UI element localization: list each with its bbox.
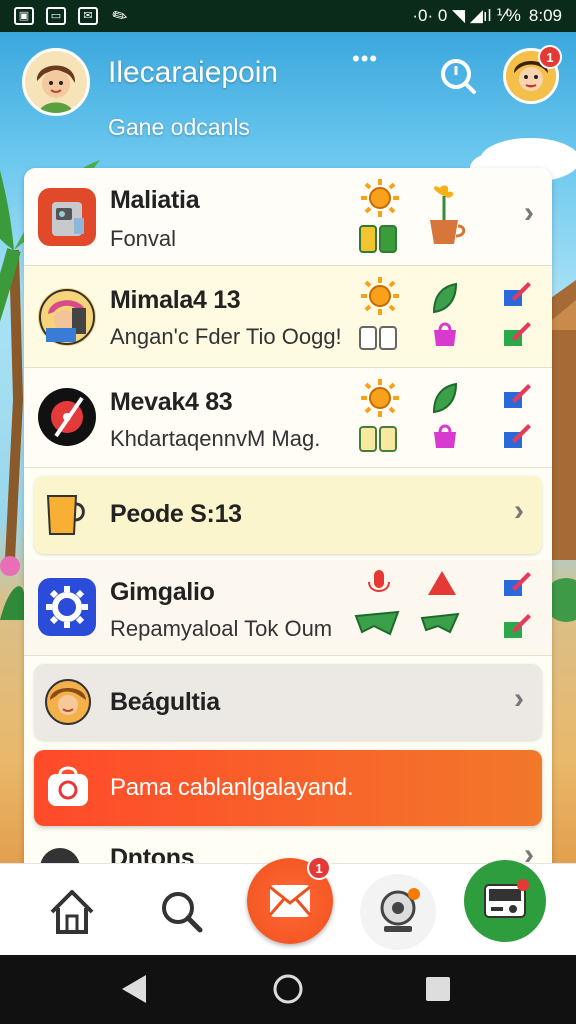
- row-subtitle: Angan'c Fder Tio Oogg!: [110, 324, 342, 349]
- home-circle-icon[interactable]: [273, 974, 303, 1004]
- row-title: Gimgalio: [110, 578, 215, 606]
- status-indicators: ·0· 0 ◥ ◢ıl ⅟%: [412, 6, 521, 25]
- chevron-right-icon: ›: [524, 196, 534, 229]
- row-title: Beágultia: [110, 688, 220, 716]
- list-item[interactable]: Maliatia Fonval ›: [24, 168, 552, 266]
- system-nav-buttons: [122, 974, 450, 1004]
- nav-home-button[interactable]: [34, 874, 110, 950]
- edit-icon: [504, 384, 531, 408]
- camera-bag-icon: [48, 766, 88, 806]
- media-player-icon: [484, 879, 529, 918]
- avatar[interactable]: [22, 48, 90, 116]
- sun-icon: [361, 379, 399, 417]
- edit-icon: [504, 614, 531, 638]
- battery-icon: [359, 426, 397, 452]
- robot-app-icon: [38, 188, 96, 246]
- app-title: Ilecaraiepoin: [108, 56, 279, 89]
- briefcase-icon: ▭: [46, 7, 66, 25]
- row-title: Mimala4 13: [110, 286, 241, 314]
- list-item[interactable]: Mimala4 13 Angan'c Fder Tio Oogg!: [24, 266, 552, 368]
- row-title: Mevak4 83: [110, 388, 233, 416]
- banner-text: Pama cablanlgalayand.: [110, 774, 354, 801]
- row-title: Maliatia: [110, 186, 200, 214]
- leaf-icon: [354, 610, 400, 636]
- search-button[interactable]: [436, 54, 480, 98]
- leaf-icon: [432, 282, 458, 314]
- avatar-illustration: [25, 51, 87, 113]
- nav-mail-button[interactable]: 1: [247, 856, 333, 944]
- warning-triangle-icon: [428, 571, 456, 595]
- settings-gear-icon: [38, 578, 96, 636]
- bag-icon: [434, 424, 456, 448]
- status-time: 8:09: [528, 6, 562, 25]
- status-bar: ▣ ▭ ✉ ✎ ·0· 0 ◥ ◢ıl ⅟% 8:09: [0, 0, 576, 32]
- edit-icon: [504, 322, 531, 346]
- search-icon: [162, 892, 203, 933]
- list-item[interactable]: Gimgalio Repamyaloal Tok Oum: [24, 560, 552, 656]
- battery-outline-icon: [359, 326, 397, 350]
- search-icon: [441, 59, 476, 94]
- row-subtitle: Fonval: [110, 226, 177, 251]
- wrench-icon: ✎: [108, 3, 132, 29]
- list-item[interactable]: Beágultia ›: [34, 664, 542, 740]
- edit-icon: [504, 424, 531, 448]
- sun-icon: [361, 179, 399, 217]
- character-avatar-icon: [45, 679, 91, 725]
- mail-icon: [268, 885, 312, 917]
- system-navigation-bar: [0, 955, 576, 1024]
- webcam-icon: [380, 888, 420, 932]
- nav-camera-button[interactable]: [360, 874, 436, 950]
- row-title: Peode S:13: [110, 500, 242, 528]
- edit-icon: [504, 282, 531, 306]
- back-icon[interactable]: [122, 975, 146, 1003]
- plant-pot-icon: [430, 185, 466, 244]
- app-subtitle: Gane odcanls: [108, 114, 250, 140]
- vinyl-record-icon: [38, 388, 96, 446]
- mug-icon: [46, 495, 85, 535]
- leaf-icon: [420, 612, 460, 634]
- more-options-icon[interactable]: •••: [352, 46, 378, 72]
- mail-notification-badge: 1: [307, 856, 331, 880]
- notification-badge: 1: [538, 45, 562, 69]
- mail-icon: ✉: [78, 7, 98, 25]
- gallery-icon: ▣: [14, 7, 34, 25]
- chevron-right-icon: ›: [514, 682, 524, 715]
- recents-icon[interactable]: [426, 977, 450, 1001]
- main-list-panel: Maliatia Fonval › Mimala4 13 Angan'c Fde…: [24, 168, 552, 868]
- row-subtitle: KhdartaqennvM Mag.: [110, 426, 321, 451]
- nav-search-button[interactable]: [144, 874, 220, 950]
- battery-icon: [359, 225, 397, 253]
- nav-media-button[interactable]: [464, 860, 546, 942]
- leaf-icon: [432, 382, 458, 414]
- sun-icon: [361, 277, 399, 315]
- list-item[interactable]: Peode S:13 ›: [34, 476, 542, 554]
- bag-icon: [434, 322, 456, 346]
- profile-button[interactable]: 1: [503, 45, 562, 104]
- character-app-icon: [38, 288, 96, 346]
- app-header: Ilecaraiepoin Gane odcanls ••• 1: [0, 32, 576, 167]
- list-item[interactable]: Mevak4 83 KhdartaqennvM Mag.: [24, 368, 552, 468]
- row-subtitle: Repamyaloal Tok Oum: [110, 616, 333, 641]
- action-banner-button[interactable]: Pama cablanlgalayand.: [34, 750, 542, 826]
- bottom-navigation: 1: [0, 856, 576, 955]
- home-icon: [50, 890, 94, 934]
- chevron-right-icon: ›: [514, 494, 524, 527]
- microphone-icon: [368, 570, 390, 592]
- edit-icon: [504, 572, 531, 596]
